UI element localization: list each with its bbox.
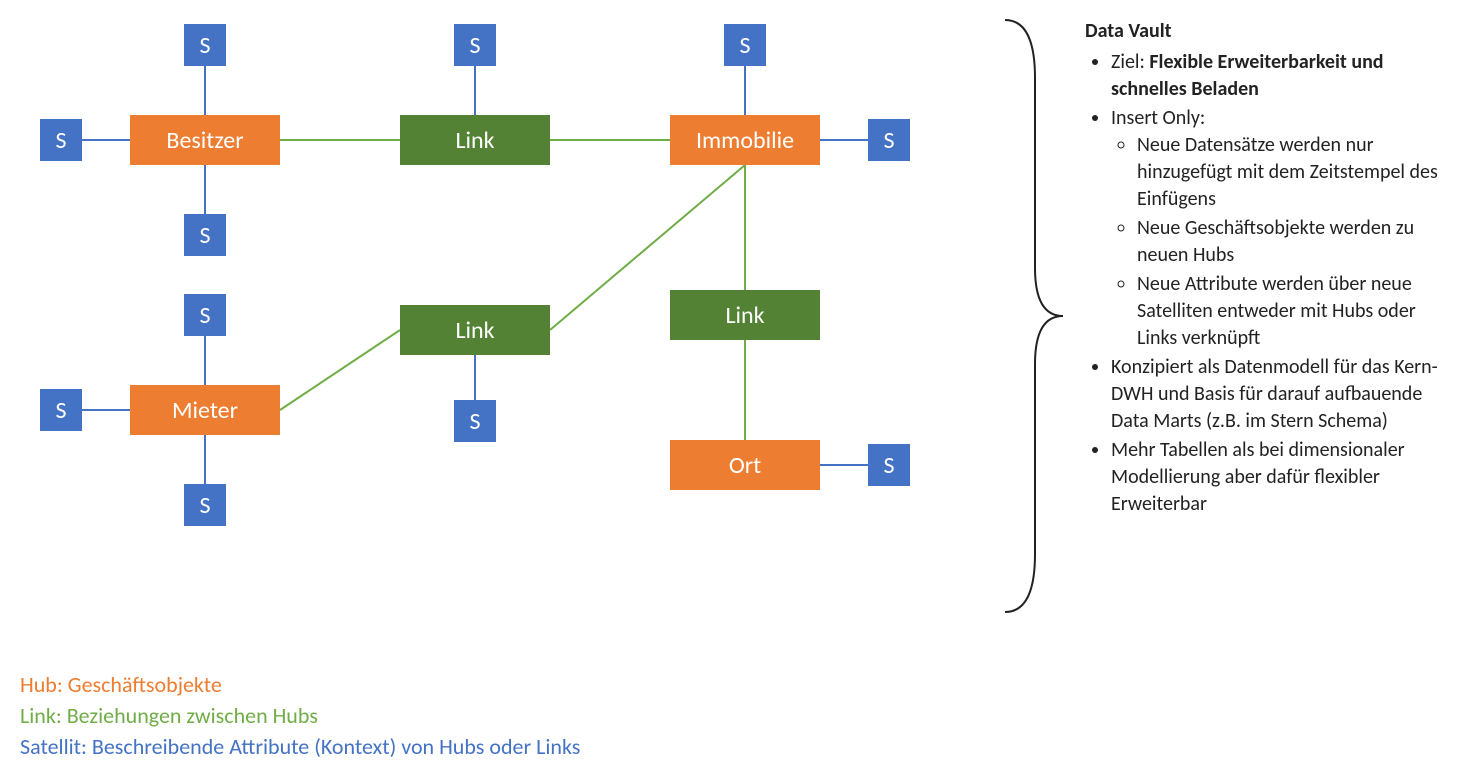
bullet-insert-only-c: Neue Attribute werden über neue Satellit…: [1137, 271, 1445, 352]
bullet-insert-only-a: Neue Datensätze werden nur hinzugefügt m…: [1137, 132, 1445, 213]
link-mieter-immobilie: Link: [400, 305, 550, 355]
curly-brace-icon: [985, 18, 1065, 614]
hub-ort: Ort: [670, 440, 820, 490]
sat-besitzer-left: S: [40, 119, 82, 161]
bullet-konzipiert: Konzipiert als Datenmodell für das Kern-…: [1111, 354, 1445, 435]
bullet-mehr-tabellen: Mehr Tabellen als bei dimensionaler Mode…: [1111, 437, 1445, 518]
hub-mieter: Mieter: [130, 385, 280, 435]
legend: Hub: Geschäftsobjekte Link: Beziehungen …: [20, 670, 580, 762]
data-vault-diagram: Besitzer Immobilie Mieter Ort Link Link …: [0, 0, 1000, 620]
sat-immobilie-top: S: [724, 24, 766, 66]
bullet-insert-only: Insert Only: Neue Datensätze werden nur …: [1111, 105, 1445, 352]
sidebar-title: Data Vault: [1085, 18, 1445, 45]
link-immobilie-ort: Link: [670, 290, 820, 340]
bullet-insert-only-b: Neue Geschäftsobjekte werden zu neuen Hu…: [1137, 215, 1445, 269]
legend-hub: Hub: Geschäftsobjekte: [20, 670, 580, 701]
hub-besitzer: Besitzer: [130, 115, 280, 165]
sat-mieter-top: S: [184, 294, 226, 336]
hub-immobilie: Immobilie: [670, 115, 820, 165]
sat-link-top: S: [454, 24, 496, 66]
description-panel: Data Vault Ziel: Flexible Erweiterbarkei…: [1085, 18, 1445, 520]
sat-mieter-bottom: S: [184, 484, 226, 526]
sat-mieter-left: S: [40, 389, 82, 431]
sat-ort-right: S: [868, 444, 910, 486]
sat-besitzer-bottom: S: [184, 214, 226, 256]
legend-sat: Satellit: Beschreibende Attribute (Konte…: [20, 732, 580, 763]
sat-immobilie-right: S: [868, 119, 910, 161]
link-besitzer-immobilie: Link: [400, 115, 550, 165]
sat-link-mid-bottom: S: [454, 400, 496, 442]
legend-link: Link: Beziehungen zwischen Hubs: [20, 701, 580, 732]
sat-besitzer-top: S: [184, 24, 226, 66]
bullet-ziel: Ziel: Flexible Erweiterbarkeit und schne…: [1111, 49, 1445, 103]
